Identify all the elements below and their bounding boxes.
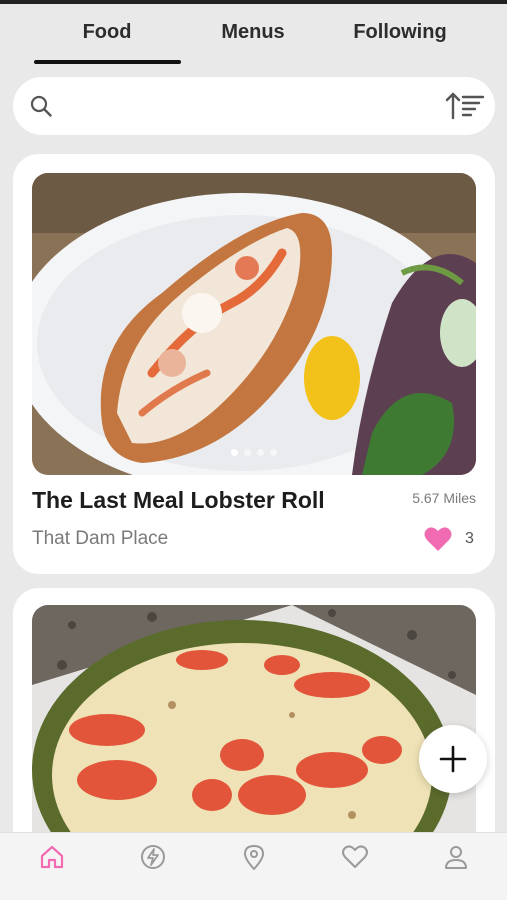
bottom-navigation bbox=[0, 832, 507, 900]
add-button[interactable] bbox=[419, 725, 487, 793]
profile-icon[interactable] bbox=[442, 843, 470, 871]
lightning-icon[interactable] bbox=[139, 843, 167, 871]
carousel-dot[interactable] bbox=[257, 449, 264, 456]
dish-title: The Last Meal Lobster Roll bbox=[32, 487, 325, 513]
photo-carousel-dots bbox=[32, 443, 476, 461]
carousel-dot[interactable] bbox=[231, 449, 238, 456]
sort-icon[interactable] bbox=[445, 90, 485, 122]
food-photo-lobster-roll[interactable] bbox=[32, 173, 476, 475]
carousel-dot[interactable] bbox=[244, 449, 251, 456]
search-icon bbox=[30, 95, 52, 117]
tab-food[interactable]: Food bbox=[34, 18, 180, 52]
heart-icon[interactable] bbox=[424, 526, 452, 552]
food-card[interactable]: The Last Meal Lobster Roll 5.67 Miles Th… bbox=[13, 154, 495, 574]
distance-label: 5.67 Miles bbox=[412, 490, 476, 506]
home-icon[interactable] bbox=[38, 843, 66, 871]
heart-outline-icon[interactable] bbox=[341, 843, 369, 871]
restaurant-name[interactable]: That Dam Place bbox=[32, 528, 168, 550]
location-pin-icon[interactable] bbox=[240, 843, 268, 871]
search-bar bbox=[13, 77, 495, 135]
tab-menus[interactable]: Menus bbox=[180, 18, 326, 52]
active-tab-indicator bbox=[34, 60, 181, 64]
plus-icon bbox=[439, 745, 467, 773]
lobster-roll-image bbox=[32, 173, 476, 475]
carousel-dot[interactable] bbox=[270, 449, 277, 456]
top-tabs: Food Menus Following bbox=[0, 4, 507, 68]
tab-following[interactable]: Following bbox=[326, 18, 474, 52]
search-input[interactable] bbox=[65, 89, 435, 123]
like-count: 3 bbox=[465, 530, 474, 547]
